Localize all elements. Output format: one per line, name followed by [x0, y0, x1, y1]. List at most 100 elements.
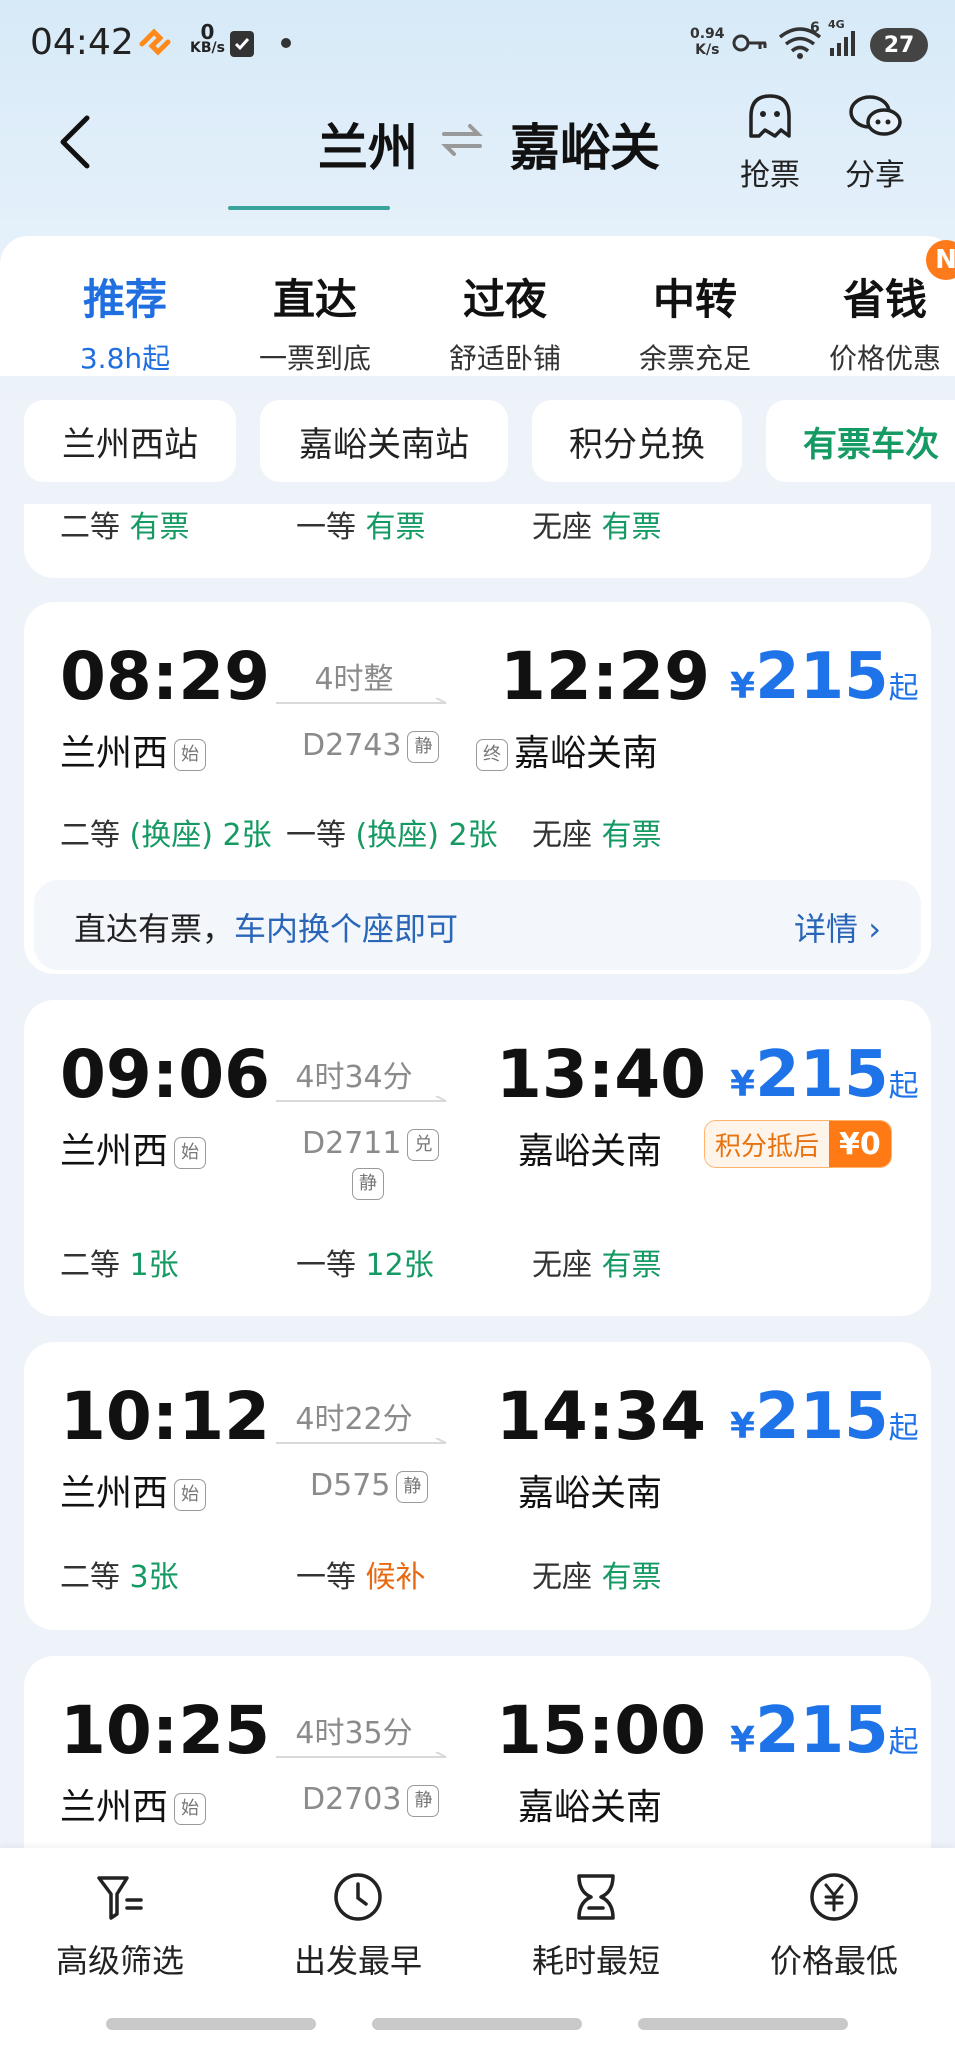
signal-label: 4G — [828, 18, 845, 31]
seat-label: 二等 — [60, 510, 120, 545]
departure-time: 10:12 — [60, 1378, 271, 1455]
advanced-filter-button[interactable]: 高级筛选 — [20, 1870, 220, 1982]
train-card[interactable]: 08:29 4时整 12:29 ¥215起 兰州西始 D2743 静 终嘉峪关南 … — [24, 602, 931, 974]
swap-icon — [441, 124, 483, 156]
seat-label: 二等 — [60, 818, 120, 853]
tab-transfer-title: 中转 — [652, 275, 737, 324]
back-button[interactable] — [55, 112, 95, 172]
nav-indicator — [106, 2018, 316, 2030]
chip-jiayuguan-south[interactable]: 嘉峪关南站 — [260, 400, 508, 482]
price-currency: ¥ — [730, 1720, 756, 1761]
shortest-duration-button[interactable]: 耗时最短 — [496, 1870, 696, 1982]
chip-available-trains[interactable]: 有票车次 — [766, 400, 955, 482]
train-card[interactable]: 09:06 4时34分 13:40 ¥215起 兰州西始 D2711 兑 静 嘉峪… — [24, 1000, 931, 1316]
net-speed-2: 0.94 K/s — [690, 26, 725, 58]
seat-value: 3张 — [129, 1560, 179, 1595]
seat-label: 无座 — [532, 1248, 592, 1283]
arrival-time: 15:00 — [496, 1692, 707, 1769]
tab-save-money-sub: 价格优惠 — [828, 342, 941, 375]
seat-label: 无座 — [532, 1560, 592, 1595]
train-code[interactable]: D2703 静 — [302, 1782, 440, 1817]
tip-text-a: 直达有票， — [74, 910, 235, 948]
exchange-mark: 兑 — [407, 1128, 440, 1161]
tab-direct[interactable]: 直达 一票到底 — [220, 266, 410, 377]
transfer-tip[interactable]: 直达有票，车内换个座即可 详情 › — [34, 880, 921, 970]
tab-recommend-title: 推荐 — [82, 275, 167, 324]
price: ¥215起 — [730, 1380, 919, 1454]
arrival-time: 13:40 — [496, 1036, 707, 1113]
price-suffix: 起 — [888, 671, 919, 706]
hourglass-icon — [577, 1874, 615, 1920]
checkbox-icon — [228, 26, 256, 60]
tip-text: 直达有票，车内换个座即可 — [74, 904, 458, 950]
seat-value: 候补 — [365, 1560, 426, 1595]
train-code[interactable]: D2711 兑 — [302, 1126, 440, 1161]
app-logo-icon — [138, 26, 172, 60]
earliest-departure-button[interactable]: 出发最早 — [258, 1870, 458, 1982]
seat-label: 二等 — [60, 1248, 120, 1283]
tab-save-money[interactable]: 省钱 价格优惠 — [790, 266, 955, 377]
lowest-price-button[interactable]: 价格最低 — [734, 1870, 934, 1982]
departure-time: 08:29 — [60, 638, 271, 715]
seat-label: 一等 — [296, 1248, 356, 1283]
seat-label: 一等 — [296, 1560, 356, 1595]
arrival-station: 嘉峪关南 — [518, 1464, 662, 1516]
train-card[interactable]: 10:12 4时22分 14:34 ¥215起 兰州西始 D575 静 嘉峪关南 … — [24, 1342, 931, 1630]
wifi-num: 6 — [810, 20, 820, 36]
seat-value: 有票 — [129, 510, 190, 545]
price: ¥215起 — [730, 1038, 919, 1112]
yuan-coin-icon — [810, 1873, 858, 1921]
clock-icon — [334, 1873, 382, 1921]
train-number: D2711 — [302, 1126, 402, 1161]
price-currency: ¥ — [730, 1064, 756, 1105]
seat-value: 有票 — [601, 1560, 662, 1595]
station-name: 兰州西 — [60, 733, 169, 774]
seat-none: 无座 有票 — [532, 810, 662, 854]
net-speed-unit: KB/s — [190, 40, 225, 56]
duration-arrow-icon — [276, 1752, 447, 1758]
earliest-departure-label: 出发最早 — [293, 1942, 422, 1980]
seat-first-partial: 一等 有票 — [296, 504, 426, 546]
tab-recommend[interactable]: 推荐 3.8h起 — [30, 266, 220, 377]
price-currency: ¥ — [730, 1406, 756, 1447]
tab-overnight[interactable]: 过夜 舒适卧铺 — [410, 266, 600, 377]
tab-save-money-title: 省钱 — [842, 275, 927, 324]
chip-lanzhou-west[interactable]: 兰州西站 — [24, 400, 236, 482]
seat-label: 无座 — [532, 510, 592, 545]
arrival-time: 12:29 — [500, 638, 711, 715]
share-button[interactable]: 分享 — [830, 90, 920, 194]
net-speed-2-value: 0.94 — [690, 26, 725, 42]
price-value: 215 — [755, 1038, 889, 1112]
tab-direct-title: 直达 — [272, 275, 357, 324]
tab-transfer[interactable]: 中转 余票充足 — [600, 266, 790, 377]
status-time: 04:42 — [30, 22, 134, 63]
net-speed-2-unit: K/s — [695, 42, 720, 58]
tab-direct-sub: 一票到底 — [258, 342, 371, 375]
seat-first: 一等 12张 — [296, 1240, 434, 1284]
price-value: 215 — [755, 1694, 889, 1768]
from-city[interactable]: 兰州 — [318, 108, 418, 180]
seat-second: 二等 1张 — [60, 1240, 179, 1284]
train-code[interactable]: D575 静 — [310, 1468, 429, 1503]
train-card-partial[interactable]: 二等 有票 一等 有票 无座 有票 — [24, 504, 931, 578]
train-code[interactable]: D2743 静 — [302, 728, 440, 763]
price: ¥215起 — [730, 640, 919, 714]
departure-station: 兰州西始 — [60, 1778, 207, 1830]
seat-label: 无座 — [532, 818, 592, 853]
duration: 4时34分 — [295, 1060, 413, 1095]
seat-none: 无座 有票 — [532, 1552, 662, 1596]
advanced-filter-label: 高级筛选 — [55, 1942, 184, 1980]
station-name: 嘉峪关南 — [518, 1131, 663, 1172]
grab-ticket-button[interactable]: 抢票 — [725, 90, 815, 194]
train-card[interactable]: 10:25 4时35分 15:00 ¥215起 兰州西始 D2703 静 嘉峪关南 — [24, 1656, 931, 1856]
details-link[interactable]: 详情 › — [794, 904, 881, 950]
seat-value: 12张 — [365, 1248, 434, 1283]
price-value: 215 — [755, 1380, 889, 1454]
tab-transfer-sub: 余票充足 — [638, 342, 751, 375]
to-city[interactable]: 嘉峪关 — [510, 108, 660, 180]
price-value: 215 — [755, 640, 889, 714]
tab-overnight-sub: 舒适卧铺 — [448, 342, 561, 375]
train-number: D2743 — [302, 728, 402, 763]
swap-cities-button[interactable] — [440, 120, 484, 160]
chip-points-exchange[interactable]: 积分兑换 — [532, 400, 742, 482]
